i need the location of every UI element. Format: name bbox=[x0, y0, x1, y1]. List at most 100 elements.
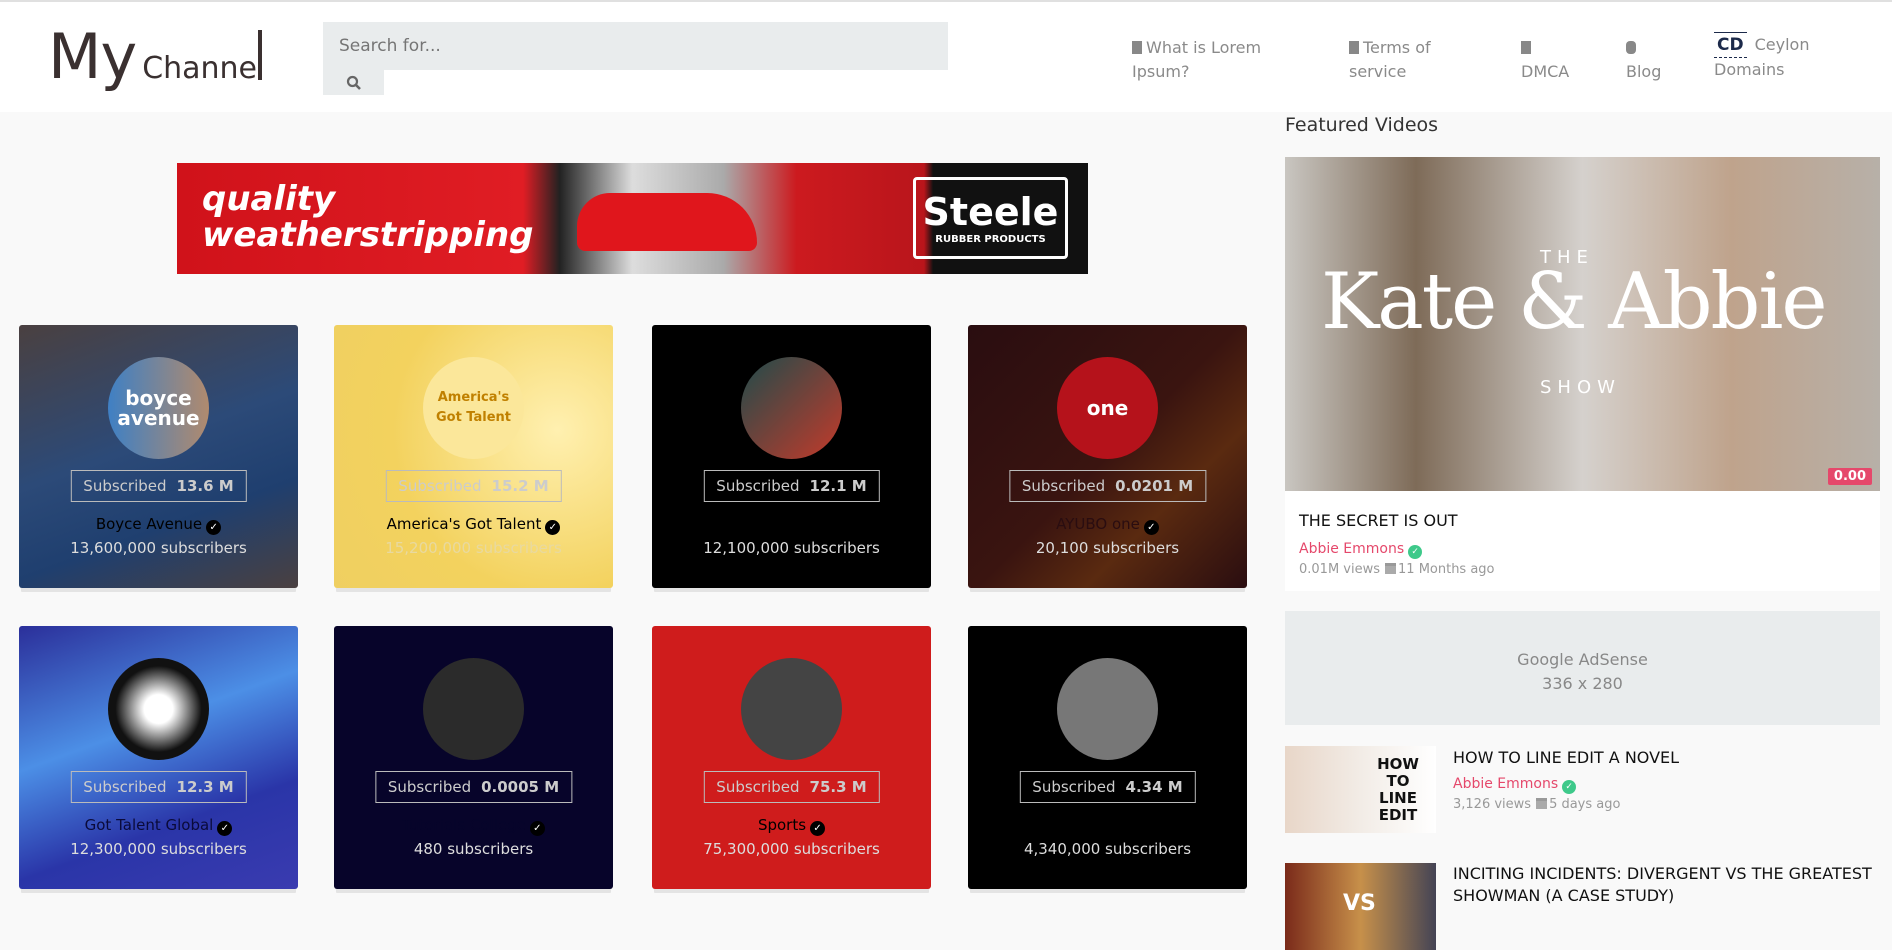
ad-line2: weatherstripping bbox=[202, 215, 534, 255]
avatar-text: America's Got Talent bbox=[435, 390, 512, 425]
car-image bbox=[577, 193, 757, 251]
ad-text: quality weatherstripping bbox=[202, 181, 533, 253]
ad-banner[interactable]: quality weatherstripping Steele RUBBER PRO… bbox=[177, 163, 1088, 274]
logo-my: My bbox=[48, 20, 137, 93]
channel-card[interactable]: Subscribed 75.3 M Sports ✓ 75,300,000 subs… bbox=[652, 626, 931, 889]
nav-terms[interactable]: Terms of service bbox=[1349, 36, 1449, 84]
nav-what-is-lorem[interactable]: What is Lorem Ipsum? bbox=[1132, 36, 1272, 84]
channel-link[interactable]: Abbie Emmons bbox=[1453, 776, 1558, 792]
channel-card[interactable]: one Subscribed 0.0201 M AYUBO one ✓ 20,100… bbox=[968, 325, 1247, 588]
search-input[interactable] bbox=[323, 22, 948, 70]
subscribed-button[interactable]: Subscribed 0.0005 M bbox=[374, 771, 573, 803]
subscribed-label: Subscribed bbox=[1032, 778, 1116, 796]
subscribed-label: Subscribed bbox=[387, 778, 472, 796]
avatar-text: one bbox=[1086, 396, 1129, 420]
verified-icon: ✓ bbox=[1143, 520, 1159, 535]
channel-name[interactable]: Boyce Avenue ✓ bbox=[19, 515, 298, 535]
video-title[interactable]: HOW TO LINE EDIT A NOVEL bbox=[1453, 748, 1883, 767]
ad-line1: quality bbox=[202, 179, 336, 219]
nav-label: Terms of service bbox=[1349, 38, 1431, 81]
channel-card[interactable]: Subscribed 4.34 M 4,340,000 subscribers bbox=[968, 626, 1247, 889]
channel-avatar[interactable] bbox=[423, 658, 524, 760]
channel-avatar[interactable] bbox=[741, 658, 842, 760]
verified-icon: ✓ bbox=[217, 821, 233, 836]
channel-name[interactable]: AYUBO one ✓ bbox=[968, 515, 1247, 535]
subscribed-button[interactable]: Subscribed 75.3 M bbox=[703, 771, 880, 803]
channel-name[interactable]: America's Got Talent ✓ bbox=[334, 515, 613, 535]
channel-name[interactable]: Got Talent Global ✓ bbox=[19, 816, 298, 836]
thumb-title: Kate & Abbie bbox=[1321, 257, 1828, 347]
video-title[interactable]: THE SECRET IS OUT bbox=[1299, 511, 1495, 530]
video-thumbnail[interactable]: VS bbox=[1285, 863, 1436, 950]
subscribed-label: Subscribed bbox=[83, 477, 167, 495]
cd-logo-icon: CD bbox=[1714, 32, 1747, 58]
channel-name-text: Got Talent Global bbox=[84, 816, 214, 834]
subscribers-text: 13,600,000 subscribers bbox=[70, 539, 247, 557]
subscribed-button[interactable]: Subscribed 0.0201 M bbox=[1008, 470, 1207, 502]
site-logo[interactable]: My Channe bbox=[48, 20, 263, 93]
channel-avatar[interactable]: one bbox=[1057, 357, 1158, 459]
channel-card[interactable]: America's Got Talent Subscribed 15.2 M Am… bbox=[334, 325, 613, 588]
calendar-icon bbox=[1385, 563, 1397, 574]
duration-badge: 0.00 bbox=[1827, 468, 1872, 485]
subscribers-text: 480 subscribers bbox=[413, 840, 534, 858]
video-thumbnail[interactable]: HOW TO LINE EDIT bbox=[1285, 746, 1436, 833]
channel-avatar[interactable]: America's Got Talent bbox=[423, 357, 524, 459]
nav-ceylon-domains[interactable]: CD Ceylon Domains bbox=[1714, 32, 1834, 82]
channel-name[interactable]: Sports ✓ bbox=[652, 816, 931, 836]
channel-card[interactable]: Subscribed 0.0005 M Tutorials College ✓ 48… bbox=[334, 626, 613, 889]
channel-card[interactable]: boyce avenue Subscribed 13.6 M Boyce Aven… bbox=[19, 325, 298, 588]
subscribed-button[interactable]: Subscribed 12.3 M bbox=[70, 771, 247, 803]
channel-name[interactable]: Tutorials College ✓ bbox=[334, 816, 613, 836]
subscribers-text: 75,300,000 subscribers bbox=[703, 840, 880, 858]
nav-blog[interactable]: Blog bbox=[1626, 36, 1686, 84]
file-icon bbox=[1349, 41, 1359, 54]
logo-channel: Channe bbox=[142, 51, 258, 86]
adsense-placeholder: Google AdSense 336 x 280 bbox=[1285, 611, 1880, 725]
views: 0.01M views bbox=[1299, 562, 1381, 577]
channel-avatar[interactable]: boyce avenue bbox=[108, 357, 209, 459]
subscriber-count: 0.0005 M bbox=[481, 778, 560, 796]
subscriber-count: 15.2 M bbox=[491, 477, 549, 495]
nav-label: DMCA bbox=[1521, 62, 1570, 81]
nav-dmca[interactable]: DMCA bbox=[1521, 36, 1581, 84]
channel-card[interactable]: Subscribed 12.1 M 12,100,000 subscribers bbox=[652, 325, 931, 588]
subscribed-button[interactable]: Subscribed 13.6 M bbox=[70, 470, 247, 502]
ad-brand: Steele RUBBER PRODUCTS bbox=[913, 177, 1068, 259]
verified-icon: ✓ bbox=[529, 821, 545, 836]
subscribed-button[interactable]: Subscribed 15.2 M bbox=[385, 470, 562, 502]
verified-icon: ✓ bbox=[1562, 780, 1577, 794]
file-icon bbox=[1521, 41, 1531, 54]
channel-avatar[interactable] bbox=[1057, 658, 1158, 760]
search-button[interactable] bbox=[323, 70, 384, 95]
featured-video-card[interactable]: THE Kate & Abbie SHOW 0.00 THE SECRET IS… bbox=[1285, 157, 1880, 591]
featured-thumbnail[interactable]: THE Kate & Abbie SHOW 0.00 bbox=[1285, 157, 1880, 491]
search-icon bbox=[346, 75, 361, 90]
subscribers-text: 20,100 subscribers bbox=[1035, 539, 1180, 557]
age: 5 days ago bbox=[1549, 797, 1621, 812]
logo-l bbox=[258, 30, 263, 80]
subscribed-button[interactable]: Subscribed 4.34 M bbox=[1019, 771, 1196, 803]
subscriber-count: 0.0201 M bbox=[1115, 477, 1194, 495]
views: 3,126 views bbox=[1453, 797, 1532, 812]
nav-label: What is Lorem Ipsum? bbox=[1132, 38, 1262, 81]
nav-label: Blog bbox=[1626, 62, 1662, 81]
subscriber-count: 4.34 M bbox=[1125, 778, 1183, 796]
channel-avatar[interactable] bbox=[741, 357, 842, 459]
channel-link[interactable]: Abbie Emmons bbox=[1299, 541, 1404, 557]
subscribed-label: Subscribed bbox=[716, 778, 800, 796]
subscribed-label: Subscribed bbox=[398, 477, 482, 495]
channel-name-text: Tutorials College bbox=[402, 816, 526, 834]
subscribers-text: 4,340,000 subscribers bbox=[1023, 840, 1192, 858]
channel-avatar[interactable] bbox=[108, 658, 209, 760]
thumb-text: HOW TO LINE EDIT bbox=[1377, 755, 1419, 824]
channel-card[interactable]: Subscribed 12.3 M Got Talent Global ✓ 12,3… bbox=[19, 626, 298, 889]
verified-icon: ✓ bbox=[545, 520, 561, 535]
subscribed-button[interactable]: Subscribed 12.1 M bbox=[703, 470, 880, 502]
video-title[interactable]: INCITING INCIDENTS: DIVERGENT VS THE GRE… bbox=[1453, 863, 1883, 907]
subscribed-label: Subscribed bbox=[1021, 477, 1106, 495]
brand-sub: RUBBER PRODUCTS bbox=[935, 234, 1046, 245]
subscribed-label: Subscribed bbox=[716, 477, 800, 495]
featured-videos-title: Featured Videos bbox=[1285, 114, 1439, 136]
verified-icon: ✓ bbox=[810, 821, 826, 836]
